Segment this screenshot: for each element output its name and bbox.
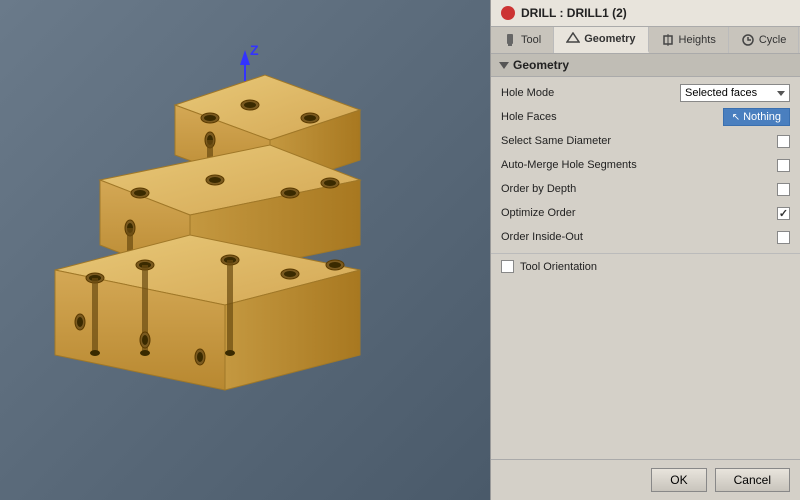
- optimize-order-checkbox[interactable]: ✓: [777, 207, 790, 220]
- order-inside-out-checkbox[interactable]: [777, 231, 790, 244]
- dropdown-arrow-icon: [777, 91, 785, 96]
- cursor-icon: ↖: [732, 112, 740, 123]
- cycle-icon: [741, 33, 755, 47]
- ok-button[interactable]: OK: [651, 468, 706, 492]
- tab-bar: Tool Geometry Heights Cycle: [491, 27, 800, 54]
- hole-mode-label: Hole Mode: [501, 87, 680, 99]
- panel-footer: OK Cancel: [491, 459, 800, 500]
- tab-tool[interactable]: Tool: [491, 27, 554, 53]
- tab-cycle[interactable]: Cycle: [729, 27, 800, 53]
- hole-mode-control: Selected faces: [680, 84, 790, 102]
- auto-merge-checkbox[interactable]: [777, 159, 790, 172]
- hole-faces-row: Hole Faces ↖ Nothing: [491, 105, 800, 129]
- select-same-diameter-control: [777, 135, 790, 148]
- optimize-order-control: ✓: [777, 207, 790, 220]
- order-inside-out-control: [777, 231, 790, 244]
- cancel-button[interactable]: Cancel: [715, 468, 790, 492]
- hole-faces-label: Hole Faces: [501, 111, 723, 123]
- order-by-depth-label: Order by Depth: [501, 183, 777, 195]
- tool-orientation-row: Tool Orientation: [491, 253, 800, 279]
- order-inside-out-row: Order Inside-Out: [491, 225, 800, 249]
- hole-mode-dropdown[interactable]: Selected faces: [680, 84, 790, 102]
- auto-merge-label: Auto-Merge Hole Segments: [501, 159, 777, 171]
- panel-title: DRILL : DRILL1 (2): [521, 6, 627, 20]
- panel-content: Geometry Hole Mode Selected faces Hole F…: [491, 54, 800, 459]
- heights-icon: [661, 33, 675, 47]
- geometry-form: Hole Mode Selected faces Hole Faces ↖ No…: [491, 77, 800, 253]
- select-same-diameter-row: Select Same Diameter: [491, 129, 800, 153]
- order-by-depth-control: [777, 183, 790, 196]
- title-bar: DRILL : DRILL1 (2): [491, 0, 800, 27]
- hole-faces-control: ↖ Nothing: [723, 108, 790, 126]
- order-inside-out-label: Order Inside-Out: [501, 231, 777, 243]
- geometry-section-header: Geometry: [491, 54, 800, 77]
- properties-panel: DRILL : DRILL1 (2) Tool Geometry Heights: [490, 0, 800, 500]
- 3d-viewport[interactable]: Z Y: [0, 0, 490, 500]
- geometry-icon: [566, 32, 580, 46]
- order-by-depth-row: Order by Depth: [491, 177, 800, 201]
- select-same-diameter-checkbox[interactable]: [777, 135, 790, 148]
- svg-text:Z: Z: [250, 42, 259, 58]
- optimize-order-label: Optimize Order: [501, 207, 777, 219]
- nothing-button[interactable]: ↖ Nothing: [723, 108, 790, 126]
- section-collapse-icon[interactable]: [499, 62, 509, 69]
- select-same-diameter-label: Select Same Diameter: [501, 135, 777, 147]
- optimize-order-row: Optimize Order ✓: [491, 201, 800, 225]
- auto-merge-row: Auto-Merge Hole Segments: [491, 153, 800, 177]
- tab-heights[interactable]: Heights: [649, 27, 729, 53]
- drill-status-icon: [501, 6, 515, 20]
- hole-mode-row: Hole Mode Selected faces: [491, 81, 800, 105]
- tab-geometry[interactable]: Geometry: [554, 27, 648, 53]
- auto-merge-control: [777, 159, 790, 172]
- tool-orientation-label: Tool Orientation: [520, 261, 790, 273]
- order-by-depth-checkbox[interactable]: [777, 183, 790, 196]
- tool-icon: [503, 33, 517, 47]
- tool-orientation-checkbox[interactable]: [501, 260, 514, 273]
